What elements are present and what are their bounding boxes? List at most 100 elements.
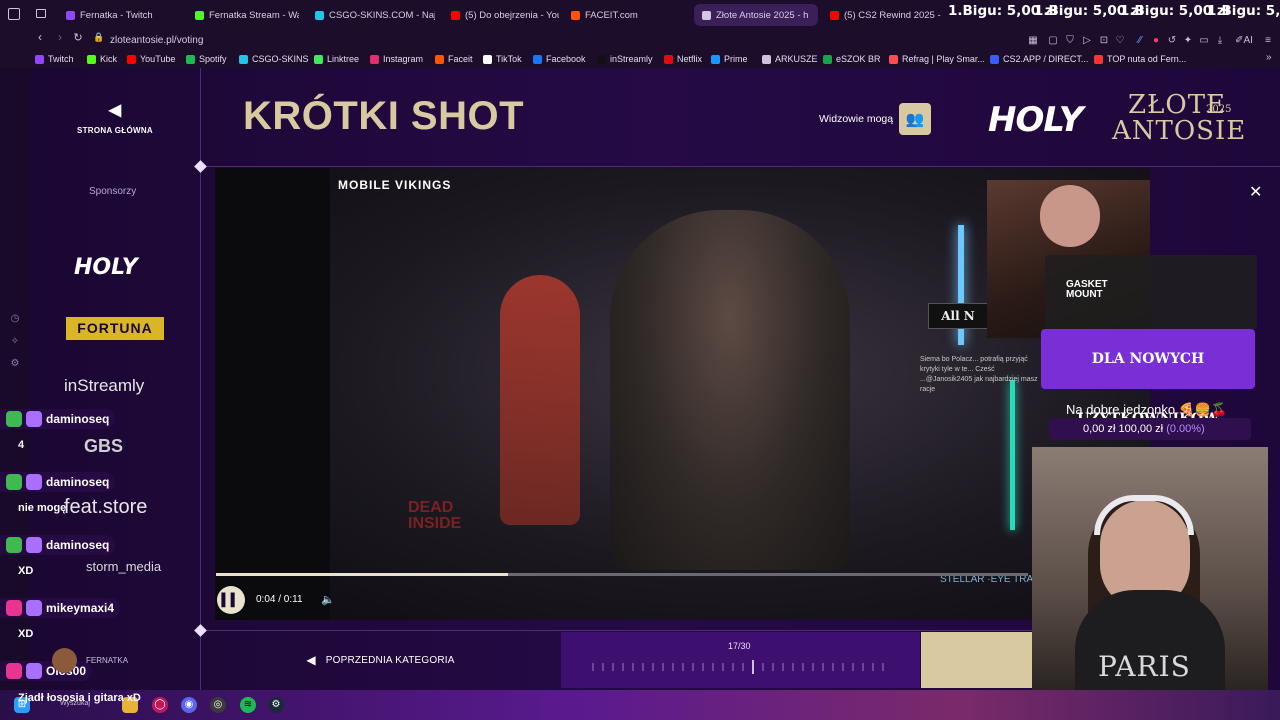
video-letterbox <box>215 168 330 620</box>
bookmark-item[interactable]: eSZOK BR <box>823 54 881 64</box>
bookmark-favicon-icon <box>823 54 832 64</box>
bookmark-item[interactable]: Netflix <box>664 54 702 64</box>
bookmark-item[interactable]: YouTube <box>127 54 175 64</box>
sidebar-strip <box>0 68 30 690</box>
sponsor-storm-media[interactable]: storm_media <box>86 559 161 574</box>
chat-username-row: Olos00 <box>0 661 93 681</box>
browser-tab[interactable]: FACEIT.com <box>563 4 689 26</box>
bookmark-item[interactable]: Spotify <box>186 54 227 64</box>
url-input[interactable]: zloteantosie.pl/voting <box>110 35 203 46</box>
tab-list-icon[interactable] <box>36 9 46 18</box>
forward-icon[interactable]: › <box>52 30 68 44</box>
zlote-antosie-logo: ZŁOTE ANTOSIE <box>1112 90 1247 146</box>
ai-icon[interactable]: ✐AI <box>1234 35 1254 47</box>
record-icon[interactable]: ● <box>1150 35 1162 47</box>
heart-icon[interactable]: ♡ <box>1114 35 1126 47</box>
download-icon[interactable]: ⤓ <box>1214 35 1226 47</box>
lock-icon: 🔒 <box>93 32 105 42</box>
bookmark-item[interactable]: Instagram <box>370 54 423 64</box>
next-category-button[interactable] <box>921 632 1032 688</box>
tab-favicon-icon <box>702 10 711 20</box>
arrow-left-icon: ◀ <box>306 653 316 667</box>
bookmark-item[interactable]: inStreamly <box>597 54 653 64</box>
puzzle-strip-icon[interactable]: ✧ <box>9 336 21 348</box>
obs-icon[interactable]: ◎ <box>210 697 226 713</box>
browser-tab[interactable]: Złote Antosie 2025 - h <box>694 4 818 26</box>
shield-icon[interactable]: ⛉ <box>1064 35 1076 47</box>
bookmark-item[interactable]: TikTok <box>483 54 522 64</box>
play-icon[interactable]: ▷ <box>1081 35 1093 47</box>
bookmark-favicon-icon <box>87 54 96 64</box>
bookmark-label: inStreamly <box>610 54 653 64</box>
bookmark-item[interactable]: Prime <box>711 54 748 64</box>
clock-icon[interactable]: ◷ <box>9 313 21 325</box>
sponsor-instreamly[interactable]: inStreamly <box>64 376 144 396</box>
browser-tab[interactable]: (5) CS2 Rewind 2025 - Yo <box>822 4 942 26</box>
viewers-label: Widzowie mogą <box>819 113 894 125</box>
bookmarks-overflow-icon[interactable]: » <box>1266 52 1272 63</box>
menu-icon[interactable]: ≡ <box>1262 35 1274 47</box>
spotify-icon[interactable]: ≋ <box>240 697 256 713</box>
volume-icon[interactable]: 🔈 <box>321 593 335 606</box>
video-mannequin <box>500 275 580 525</box>
opera-icon[interactable]: ◯ <box>152 697 168 713</box>
browser-menu-icon[interactable] <box>8 8 20 20</box>
bookmark-item[interactable]: Facebook <box>533 54 586 64</box>
video-person <box>610 210 850 570</box>
bookmark-icon[interactable]: ⊡ <box>1098 35 1110 47</box>
video-timecode: 0:04 / 0:11 <box>256 594 303 605</box>
bookmark-item[interactable]: TOP nuta od Fern... <box>1094 54 1186 64</box>
bookmark-item[interactable]: Kick <box>87 54 117 64</box>
reload-icon[interactable]: ↻ <box>70 31 86 44</box>
fernatka-label: FERNATKA <box>86 656 129 665</box>
bookmark-item[interactable]: Faceit <box>435 54 473 64</box>
chat-username-row: mikeymaxi4 <box>0 598 121 618</box>
bookmark-favicon-icon <box>533 54 542 64</box>
puzzle-icon[interactable]: ✦ <box>1182 35 1194 47</box>
sponsor-holy[interactable]: HOLY <box>74 255 138 280</box>
browser-tab[interactable]: Fernatka - Twitch <box>58 4 180 26</box>
bookmark-item[interactable]: Linktree <box>314 54 359 64</box>
bookmark-label: YouTube <box>140 54 176 64</box>
mobile-vikings-logo: MOBILE VIKINGS <box>338 178 452 192</box>
home-button[interactable]: ◀ STRONA GŁÓWNA <box>70 100 160 135</box>
bookmark-item[interactable]: CS2.APP / DIRECT... <box>990 54 1088 64</box>
video-sign: All N <box>928 303 988 329</box>
close-icon[interactable]: ✕ <box>1249 182 1262 202</box>
screenshot-icon[interactable]: ▢ <box>1047 35 1059 47</box>
chat-username-row: daminoseq <box>0 472 116 492</box>
discord-icon[interactable]: ◉ <box>181 697 197 713</box>
bookmark-label: Facebook <box>546 54 586 64</box>
pause-button[interactable]: ▍▍ <box>217 586 245 614</box>
divider <box>200 630 1032 631</box>
viewers-button[interactable]: 👥 <box>899 103 931 135</box>
sponsor-gbs[interactable]: GBS <box>84 436 123 457</box>
back-icon[interactable]: ‹ <box>32 30 48 44</box>
sponsor-featstore[interactable]: feat.store <box>64 496 147 519</box>
steam-icon[interactable]: ⚙ <box>268 697 284 713</box>
browser-tab[interactable]: Fernatka Stream - Watch <box>187 4 299 26</box>
bookmark-item[interactable]: Refrag | Play Smar... <box>889 54 985 64</box>
browser-tab[interactable]: (5) Do obejrzenia - YouTu <box>443 4 559 26</box>
grid-icon[interactable]: ▦ <box>1027 35 1039 47</box>
bookmark-item[interactable]: CSGO-SKINS <box>239 54 309 64</box>
bookmark-label: Prime <box>724 54 748 64</box>
bookmark-favicon-icon <box>127 54 136 64</box>
folder-icon[interactable]: ▭ <box>1198 35 1210 47</box>
bookmark-label: Instagram <box>383 54 424 64</box>
video-progress-fill <box>216 573 509 576</box>
gear-icon[interactable]: ⚙ <box>9 358 21 370</box>
browser-tab[interactable]: CSGO-SKINS.COM - Najw <box>307 4 435 26</box>
tab-favicon-icon <box>315 10 324 20</box>
sponsor-fortuna[interactable]: FORTUNA <box>66 317 164 340</box>
bookmark-item[interactable]: ARKUSZE <box>762 54 818 64</box>
bookmark-item[interactable]: Twitch <box>35 54 74 64</box>
tab-favicon-icon <box>571 10 580 20</box>
bookmark-favicon-icon <box>186 54 195 64</box>
bookmark-label: Linktree <box>327 54 360 64</box>
refresh-extension-icon[interactable]: ↺ <box>1166 35 1178 47</box>
previous-category-button[interactable]: ◀ POPRZEDNIA KATEGORIA <box>201 632 560 688</box>
chat-badge-icon <box>6 537 22 553</box>
extension-logo-icon[interactable]: ⁄⁄ <box>1134 35 1146 47</box>
chat-username: daminoseq <box>46 412 110 426</box>
